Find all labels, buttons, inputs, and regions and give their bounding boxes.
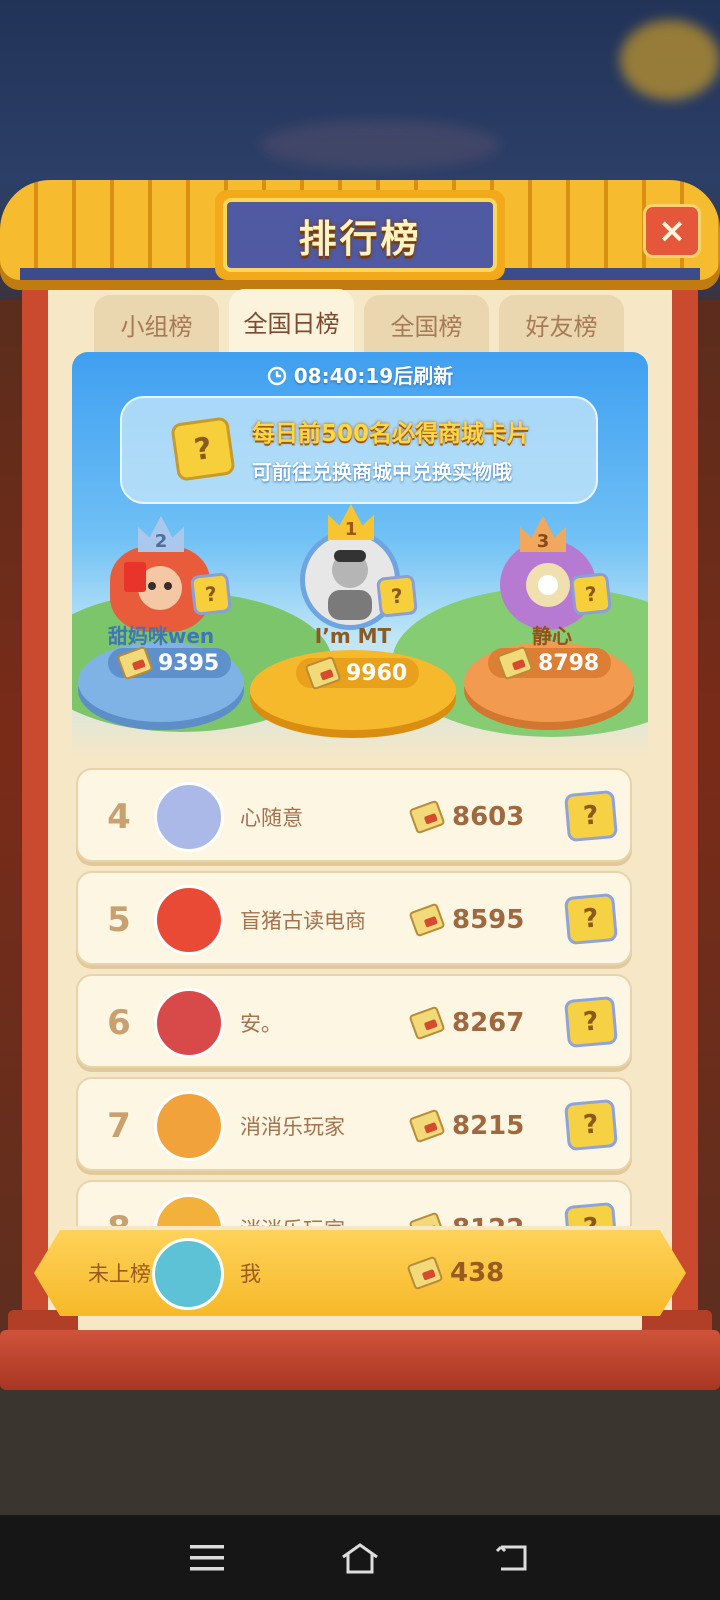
tab-label: 全国日榜	[243, 309, 340, 338]
player-score: 8267	[408, 976, 524, 1070]
ticket-icon	[408, 1108, 446, 1144]
leaderboard-row[interactable]: 8 消消乐玩家 8122 ?	[76, 1180, 632, 1226]
tab-bar: 小组榜 全国日榜 全国榜 好友榜	[94, 289, 624, 355]
player-name: 心随意	[240, 806, 303, 830]
tab-label: 小组榜	[120, 312, 193, 341]
leaderboard-row[interactable]: 4 心随意 8603 ?	[76, 768, 632, 862]
mall-card-icon: ?	[376, 574, 418, 618]
back-icon	[496, 1545, 527, 1570]
row-rank: 5	[107, 900, 131, 940]
player-avatar	[154, 1194, 224, 1226]
player-score: 9395	[108, 645, 232, 681]
mall-card-icon: ?	[564, 789, 618, 843]
background-decoration	[620, 20, 720, 100]
mall-card-icon: ?	[190, 572, 232, 616]
player-score: 8122	[408, 1182, 524, 1226]
leaderboard-banner: 08:40:19后刷新 ? 每日前500名必得商城卡片 可前往兑换商城中兑换实物…	[72, 352, 648, 762]
background-decoration	[260, 120, 500, 170]
player-name: I’m MT	[314, 624, 392, 648]
player-name: 甜妈咪wen	[107, 624, 215, 648]
menu-button[interactable]	[177, 1528, 237, 1588]
reward-info-line2: 可前往兑换商城中兑换实物哦	[252, 460, 512, 484]
clock-icon	[267, 364, 294, 388]
podium-rank-2[interactable]: 2 ? 甜妈咪wen 9395	[76, 512, 246, 732]
mall-card-icon: ?	[170, 416, 236, 482]
dialog-title: 排行榜	[298, 216, 422, 261]
mall-card-icon: ?	[564, 892, 618, 946]
refresh-suffix: 后刷新	[393, 364, 454, 388]
mall-card-icon: ?	[564, 1098, 618, 1152]
ticket-icon	[406, 1255, 444, 1291]
row-rank: 4	[107, 797, 131, 837]
tab-friends[interactable]: 好友榜	[499, 295, 624, 353]
my-name: 我	[240, 1262, 261, 1286]
row-rank: 8	[94, 1182, 144, 1226]
mall-card-icon: ?	[564, 1201, 618, 1226]
player-name: 消消乐玩家	[240, 1115, 345, 1139]
reward-info-box: ? 每日前500名必得商城卡片 可前往兑换商城中兑换实物哦	[120, 396, 598, 504]
rank-2-crown: 2	[138, 516, 184, 552]
player-name: 消消乐玩家	[240, 1182, 345, 1226]
podium-rank-1[interactable]: 1 ? I’m MT 9960	[248, 500, 458, 740]
home-button[interactable]	[330, 1528, 390, 1588]
leaderboard-row[interactable]: 5 盲猪古读电商 8595 ?	[76, 871, 632, 965]
title-plaque: 排行榜	[215, 190, 505, 280]
tab-national-daily[interactable]: 全国日榜	[229, 289, 354, 353]
refresh-timer: 08:40:19后刷新	[72, 360, 648, 389]
player-name: 静心	[532, 624, 572, 648]
player-score: 8603	[408, 770, 524, 864]
leaderboard-list[interactable]: 4 心随意 8603 ? 5 盲猪古读电商 8595 ? 6 安。 8267 ?…	[76, 766, 642, 1226]
back-button[interactable]	[483, 1528, 543, 1588]
my-rank-status: 未上榜	[88, 1262, 151, 1286]
tab-group[interactable]: 小组榜	[94, 295, 219, 353]
close-button[interactable]: ×	[643, 204, 701, 258]
tab-label: 好友榜	[525, 312, 598, 341]
player-avatar	[154, 1091, 224, 1161]
refresh-time: 08:40:19	[293, 364, 394, 388]
player-avatar	[154, 885, 224, 955]
player-name: 安。	[240, 1012, 282, 1036]
player-score: 8595	[408, 873, 524, 967]
my-score: 438	[406, 1230, 504, 1316]
background-bottom	[0, 1380, 720, 1515]
player-avatar	[154, 782, 224, 852]
row-rank: 6	[107, 1003, 131, 1043]
leaderboard-row[interactable]: 7 消消乐玩家 8215 ?	[76, 1077, 632, 1171]
ticket-icon	[116, 645, 154, 681]
menu-icon	[189, 1544, 224, 1570]
mall-card-icon: ?	[564, 995, 618, 1049]
ticket-icon	[408, 902, 446, 938]
system-nav-bar	[0, 1515, 720, 1600]
ticket-icon	[304, 655, 342, 691]
player-score: 8215	[408, 1079, 524, 1173]
player-score: 9960	[296, 655, 420, 691]
mall-card-icon: ?	[570, 572, 612, 616]
player-avatar	[154, 988, 224, 1058]
frame-base	[0, 1330, 720, 1390]
ticket-icon	[408, 1005, 446, 1041]
ticket-icon	[408, 799, 446, 835]
rank-1-crown: 1	[328, 504, 374, 540]
my-avatar	[152, 1238, 224, 1310]
rank-3-crown: 3	[520, 516, 566, 552]
reward-info-line1: 每日前500名必得商城卡片	[252, 421, 531, 447]
player-name: 盲猪古读电商	[240, 909, 366, 933]
ticket-icon	[496, 645, 534, 681]
home-icon	[342, 1542, 378, 1573]
ticket-icon	[408, 1211, 446, 1226]
leaderboard-row[interactable]: 6 安。 8267 ?	[76, 974, 632, 1068]
close-icon: ×	[657, 211, 687, 251]
player-score: 8798	[488, 645, 612, 681]
tab-national[interactable]: 全国榜	[364, 295, 489, 353]
tab-label: 全国榜	[390, 312, 463, 341]
podium-rank-3[interactable]: 3 ? 静心 8798	[464, 512, 640, 732]
row-rank: 7	[107, 1106, 131, 1146]
